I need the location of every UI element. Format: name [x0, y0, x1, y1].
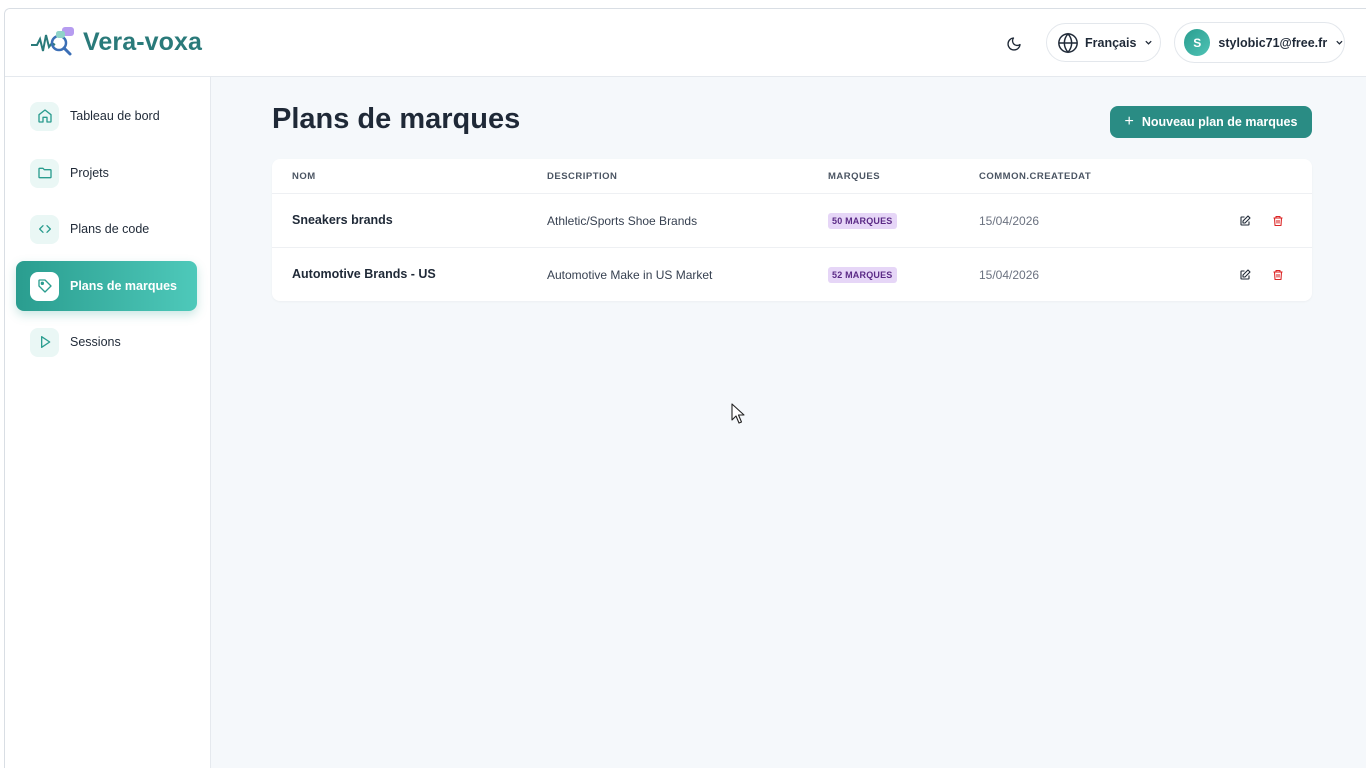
edit-button[interactable]	[1237, 213, 1253, 229]
new-brand-plan-button[interactable]: + Nouveau plan de marques	[1110, 106, 1312, 138]
sidebar-item-label: Tableau de bord	[70, 109, 160, 123]
app-logo[interactable]: Vera-voxa	[29, 25, 202, 59]
main-content: Plans de marques + Nouveau plan de marqu…	[211, 77, 1366, 768]
avatar: S	[1184, 29, 1211, 56]
mouse-cursor-icon	[731, 403, 745, 424]
trash-icon	[1273, 215, 1283, 227]
row-name: Automotive Brands - US	[292, 267, 436, 281]
chevron-down-icon	[1145, 40, 1153, 45]
delete-button[interactable]	[1270, 213, 1286, 229]
sidebar-item-label: Plans de code	[70, 222, 150, 236]
home-icon	[30, 101, 59, 131]
edit-button[interactable]	[1237, 267, 1253, 283]
sidebar-item-label: Sessions	[70, 335, 121, 349]
row-description: Athletic/Sports Shoe Brands	[547, 214, 698, 228]
folder-icon	[30, 158, 59, 188]
chevron-down-icon	[1336, 40, 1343, 45]
edit-icon	[1240, 215, 1251, 226]
play-icon	[30, 327, 59, 357]
row-created-at: 15/04/2026	[979, 268, 1040, 282]
language-selector[interactable]: Français	[1046, 23, 1161, 62]
top-bar: Vera-voxa Français S stylobic71@free.fr	[5, 9, 1366, 77]
globe-icon	[1058, 32, 1078, 53]
sidebar-item-projects[interactable]: Projets	[16, 148, 197, 198]
sidebar-item-label: Plans de marques	[70, 279, 177, 293]
table-header: NOM DESCRIPTION MARQUES COMMON.CREATEDAT	[272, 159, 1312, 194]
tag-icon	[30, 271, 59, 301]
theme-toggle-button[interactable]	[1001, 31, 1027, 57]
trash-icon	[1273, 269, 1283, 281]
sidebar-item-dashboard[interactable]: Tableau de bord	[16, 91, 197, 141]
new-brand-plan-label: Nouveau plan de marques	[1141, 115, 1298, 129]
language-label: Français	[1085, 35, 1137, 50]
delete-button[interactable]	[1270, 267, 1286, 283]
app-name: Vera-voxa	[83, 27, 203, 56]
user-email: stylobic71@free.fr	[1218, 35, 1328, 50]
brands-count-badge: 52 MARQUES	[828, 267, 897, 283]
sidebar-item-code-plans[interactable]: Plans de code	[16, 204, 197, 254]
brand-plans-table: NOM DESCRIPTION MARQUES COMMON.CREATEDAT…	[272, 159, 1312, 301]
logo-icon	[31, 27, 74, 56]
user-menu-button[interactable]: S stylobic71@free.fr	[1174, 22, 1345, 63]
sidebar-item-label: Projets	[70, 166, 109, 180]
brands-count-badge: 50 MARQUES	[828, 213, 897, 229]
moon-icon	[1007, 37, 1021, 51]
row-name: Sneakers brands	[292, 213, 393, 227]
column-header-brands[interactable]: MARQUES	[828, 171, 880, 182]
app-window: Vera-voxa Français S stylobic71@free.fr	[4, 8, 1366, 768]
column-header-created-at[interactable]: COMMON.CREATEDAT	[979, 171, 1091, 182]
edit-icon	[1240, 269, 1251, 280]
sidebar-item-brand-plans[interactable]: Plans de marques	[16, 261, 197, 311]
code-icon	[30, 214, 59, 244]
plus-icon: +	[1124, 113, 1134, 130]
row-created-at: 15/04/2026	[979, 214, 1040, 228]
column-header-name[interactable]: NOM	[292, 171, 316, 182]
table-row[interactable]: Sneakers brands Athletic/Sports Shoe Bra…	[272, 194, 1312, 248]
table-row[interactable]: Automotive Brands - US Automotive Make i…	[272, 248, 1312, 302]
column-header-description[interactable]: DESCRIPTION	[547, 171, 617, 182]
sidebar: Tableau de bord Projets Plans de code Pl…	[5, 77, 211, 768]
page-title: Plans de marques	[272, 103, 521, 135]
row-description: Automotive Make in US Market	[547, 268, 713, 282]
sidebar-item-sessions[interactable]: Sessions	[16, 317, 197, 367]
